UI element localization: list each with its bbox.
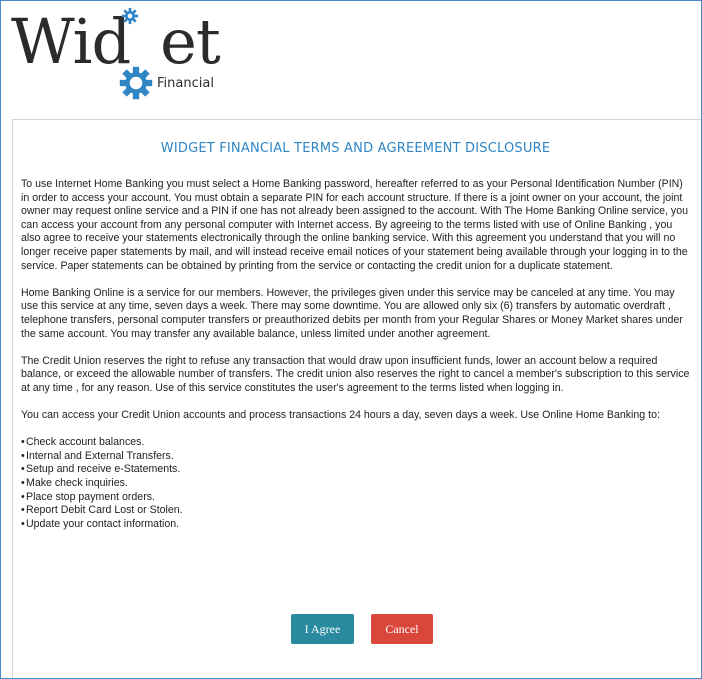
disclosure-panel: WIDGET FINANCIAL TERMS AND AGREEMENT DIS… bbox=[12, 119, 701, 678]
disclosure-paragraph: The Credit Union reserves the right to r… bbox=[21, 354, 690, 394]
list-item: •Setup and receive e-Statements. bbox=[21, 463, 181, 476]
logo-word-suffix: et bbox=[160, 5, 221, 78]
i-agree-button[interactable]: I Agree bbox=[291, 614, 354, 644]
list-item: •Update your contact information. bbox=[21, 517, 180, 530]
list-item: •Internal and External Transfers. bbox=[21, 449, 174, 462]
list-item: •Place stop payment orders. bbox=[21, 490, 155, 503]
disclosure-body: To use Internet Home Banking you must se… bbox=[21, 178, 693, 531]
disclosure-paragraph: Home Banking Online is a service for our… bbox=[21, 286, 683, 340]
logo-subtitle: Financial bbox=[157, 76, 214, 91]
disclosure-title: WIDGET FINANCIAL TERMS AND AGREEMENT DIS… bbox=[160, 141, 551, 156]
gear-icon bbox=[119, 66, 153, 100]
disclosure-paragraph: To use Internet Home Banking you must se… bbox=[21, 178, 688, 272]
page-frame: Wid et Financial WIDGET FINANCIAL TERMS … bbox=[0, 0, 702, 679]
logo-wordmark: Wid et bbox=[11, 5, 221, 78]
logo-word-prefix: Wid bbox=[11, 5, 131, 78]
small-gear-icon bbox=[121, 7, 139, 25]
cancel-button[interactable]: Cancel bbox=[371, 614, 433, 644]
list-item: •Check account balances. bbox=[21, 436, 145, 449]
list-item: •Report Debit Card Lost or Stolen. bbox=[21, 504, 183, 517]
feature-list: •Check account balances. •Internal and E… bbox=[21, 436, 693, 531]
widget-financial-logo: Wid et Financial bbox=[11, 7, 226, 107]
list-item: •Make check inquiries. bbox=[21, 477, 128, 490]
disclosure-paragraph: You can access your Credit Union account… bbox=[21, 409, 660, 422]
